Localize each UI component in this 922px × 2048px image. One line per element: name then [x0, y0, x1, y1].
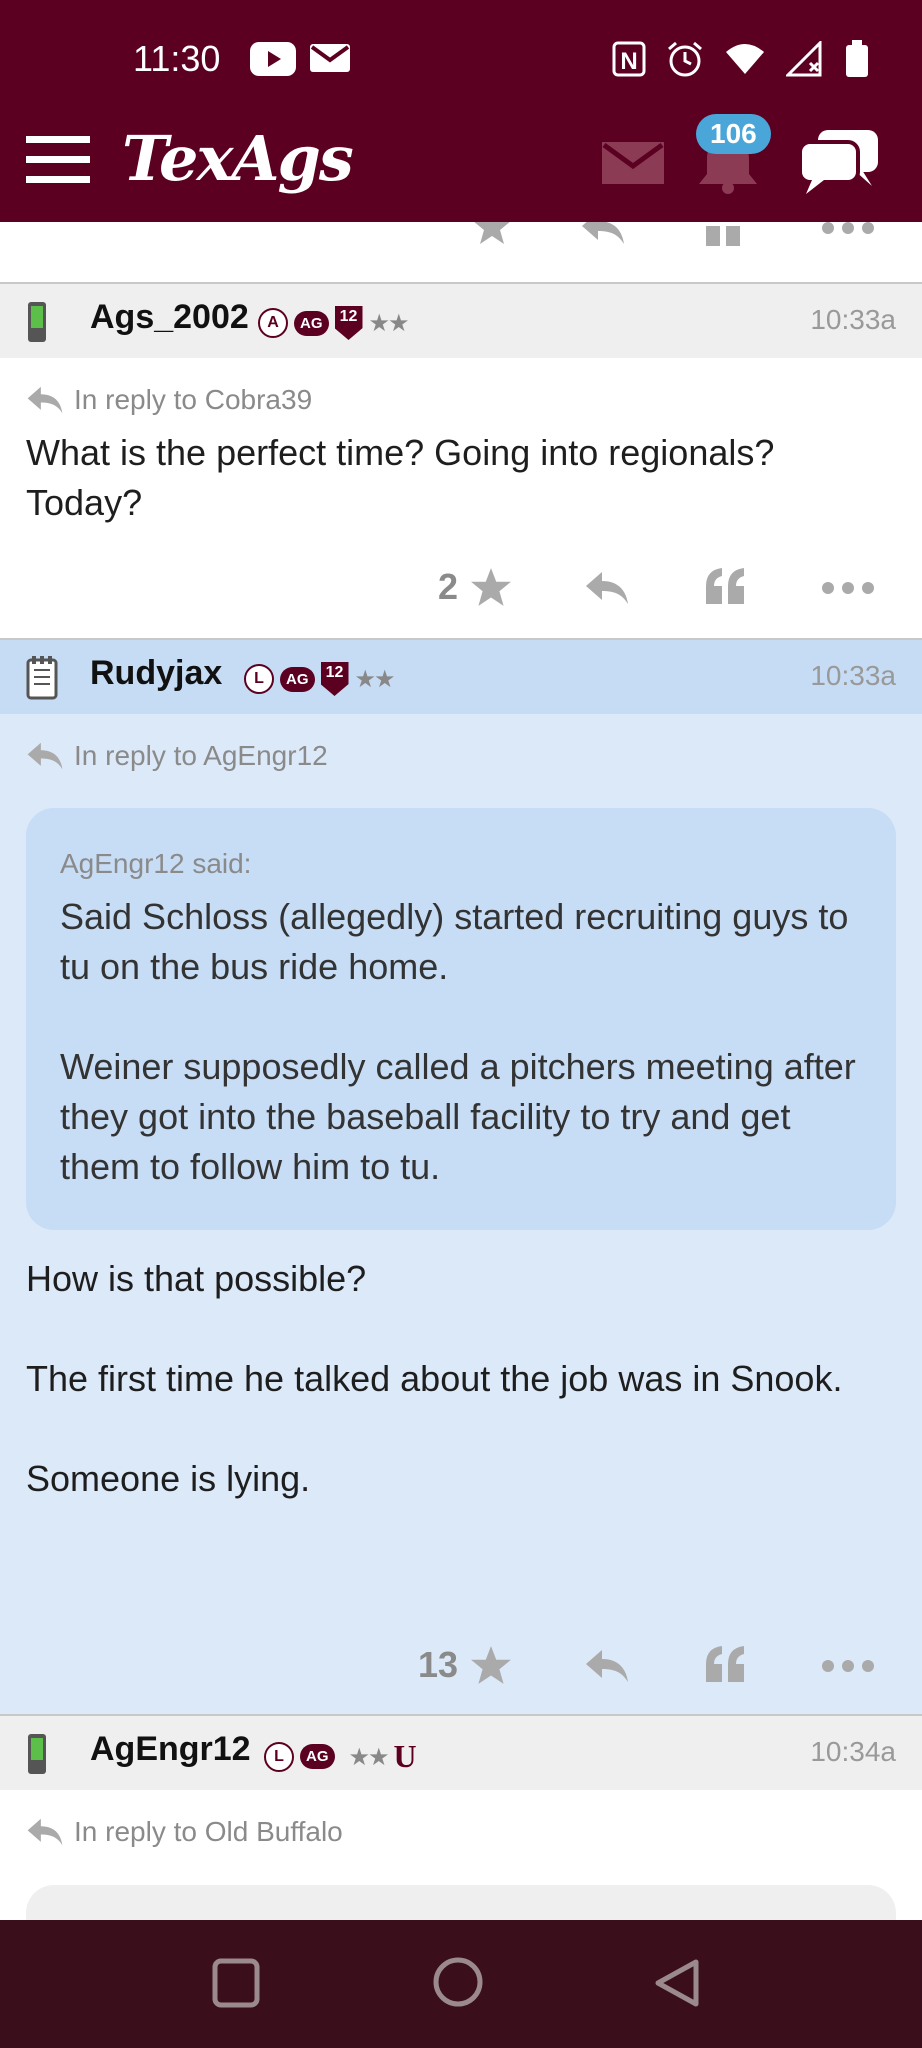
post-time: 10:34a — [810, 1736, 896, 1767]
reply-to-text: In reply to AgEngr12 — [74, 740, 328, 771]
badge-ag: AG — [294, 310, 329, 336]
badge-stars: ★★ — [354, 665, 396, 693]
menu-icon[interactable] — [26, 136, 90, 184]
quote-icon[interactable] — [704, 1644, 746, 1684]
badge-u: U — [393, 1738, 417, 1774]
phone-device-icon — [28, 1734, 46, 1774]
more-icon[interactable] — [822, 222, 874, 236]
more-icon[interactable] — [822, 1658, 874, 1674]
badge-ag: AG — [280, 666, 315, 692]
status-time: 11:30 — [133, 38, 221, 79]
post-actions: 13 — [0, 1632, 922, 1702]
status-icons-right: N — [612, 40, 870, 78]
reply-arrow-icon — [27, 386, 63, 414]
reply-arrow-icon — [27, 742, 63, 770]
like-count: 2 — [438, 566, 459, 607]
recents-icon[interactable] — [212, 1958, 260, 2008]
gmail-icon — [310, 44, 350, 72]
quote-text: Said Schloss (allegedly) started recruit… — [60, 892, 870, 1192]
notification-badge[interactable]: 106 — [696, 114, 771, 154]
username[interactable]: Rudyjax — [90, 654, 222, 693]
post-header: AgEngr12 L AG ★★ U 10:34a — [0, 1714, 922, 1790]
alarm-icon — [668, 41, 702, 77]
home-icon[interactable] — [432, 1956, 484, 2008]
post-header: Rudyjax L AG 12 ★★ 10:33a — [0, 638, 922, 714]
signal-icon — [786, 41, 822, 77]
star-icon[interactable] — [472, 222, 512, 246]
reply-icon[interactable] — [584, 570, 630, 606]
badge-stars: ★★ — [368, 309, 410, 337]
quote-paragraph: Weiner supposedly called a pitchers meet… — [60, 1046, 856, 1187]
mail-icon[interactable] — [602, 142, 664, 184]
reply-arrow-icon — [27, 1818, 63, 1846]
quote-box: AgEngr12 said: Said Schloss (allegedly) … — [26, 808, 896, 1230]
reply-icon[interactable] — [580, 222, 626, 246]
previous-post-actions — [0, 222, 922, 284]
reply-to-link[interactable]: In reply to Cobra39 — [26, 384, 312, 416]
post-text: How is that possible? The first time he … — [26, 1254, 886, 1504]
battery-icon — [846, 40, 868, 77]
post-body: In reply to Cobra39 What is the perfect … — [0, 358, 922, 638]
texags-logo[interactable]: TexAgs — [122, 122, 354, 195]
quote-icon[interactable] — [704, 222, 744, 248]
post-text: What is the perfect time? Going into reg… — [26, 432, 775, 523]
quote-paragraph: Said Schloss (allegedly) started recruit… — [60, 896, 849, 987]
nfc-icon: N — [612, 41, 646, 77]
phone-device-icon — [28, 302, 46, 342]
system-nav-bar — [0, 1920, 922, 2048]
like-count: 13 — [418, 1644, 459, 1685]
username[interactable]: Ags_2002 — [90, 298, 249, 337]
reply-to-link[interactable]: In reply to AgEngr12 — [26, 740, 328, 772]
post-time: 10:33a — [810, 304, 896, 335]
youtube-icon — [250, 42, 296, 76]
star-icon[interactable] — [470, 1644, 512, 1686]
user-badges: L AG 12 ★★ — [244, 662, 396, 696]
quote-icon[interactable] — [704, 566, 746, 606]
post-paragraph: The first time he talked about the job w… — [26, 1358, 843, 1399]
reply-to-link[interactable]: In reply to Old Buffalo — [26, 1816, 343, 1848]
back-icon[interactable] — [652, 1958, 700, 2008]
badge-l: L — [244, 664, 274, 694]
reply-to-text: In reply to Cobra39 — [74, 384, 313, 415]
post-paragraph: How is that possible? — [26, 1258, 367, 1299]
reply-to-text: In reply to Old Buffalo — [74, 1816, 343, 1847]
post-actions: 2 — [0, 554, 922, 624]
quote-author: AgEngr12 said: — [60, 848, 252, 879]
chat-icon[interactable] — [798, 126, 882, 196]
notepad-device-icon — [26, 656, 58, 700]
svg-text:N: N — [620, 48, 637, 75]
badge-shield-12: 12 — [334, 306, 363, 340]
user-badges: L AG ★★ U — [264, 1738, 417, 1775]
badge-ag: AG — [300, 1744, 335, 1769]
wifi-icon — [726, 44, 764, 74]
user-badges: A AG 12 ★★ — [258, 306, 410, 340]
badge-a: A — [258, 308, 288, 338]
post-header: Ags_2002 A AG 12 ★★ 10:33a — [0, 282, 922, 358]
star-icon[interactable] — [470, 566, 512, 608]
post-paragraph: Someone is lying. — [26, 1458, 311, 1499]
post-body: In reply to AgEngr12 AgEngr12 said: Said… — [0, 714, 922, 1714]
badge-shield-12: 12 — [320, 662, 349, 696]
badge-l: L — [264, 1741, 294, 1772]
badge-stars: ★★ — [348, 1742, 390, 1771]
more-icon[interactable] — [822, 580, 874, 596]
status-icons-left — [250, 42, 350, 76]
post-time: 10:33a — [810, 660, 896, 691]
username[interactable]: AgEngr12 — [90, 1730, 251, 1769]
reply-icon[interactable] — [584, 1648, 630, 1684]
app-bar: 11:30 N TexAgs 106 — [0, 0, 922, 222]
